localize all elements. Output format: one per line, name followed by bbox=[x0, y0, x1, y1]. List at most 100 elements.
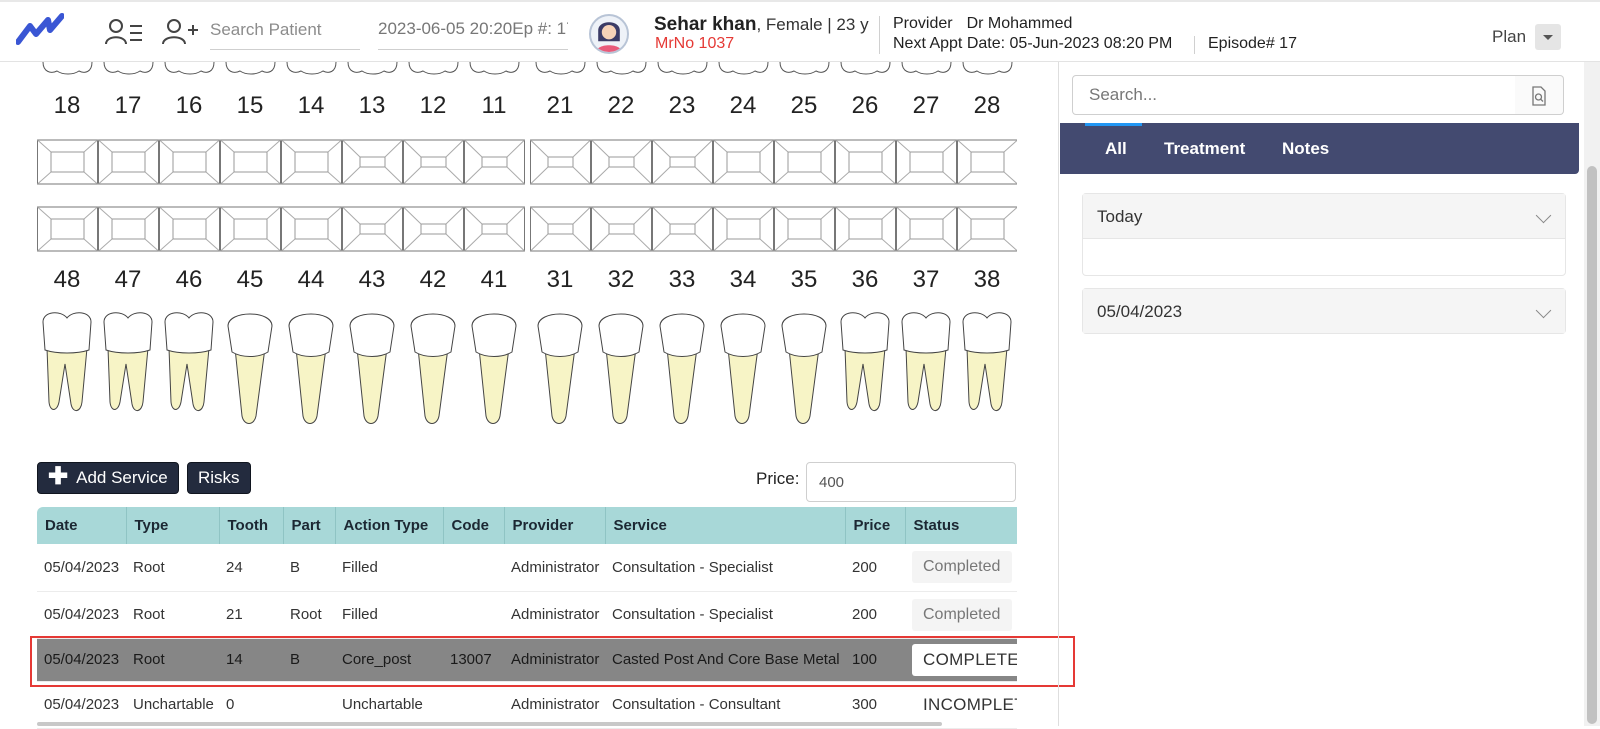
tooth-37[interactable] bbox=[901, 312, 951, 411]
tooth-46[interactable] bbox=[164, 312, 214, 411]
table-row[interactable]: 05/04/2023 Unchartable 0 Unchartable Adminis… bbox=[37, 681, 1017, 729]
tooth-45[interactable] bbox=[227, 313, 273, 424]
tooth-surface-26[interactable] bbox=[835, 139, 896, 185]
upper-crown-25[interactable] bbox=[779, 62, 830, 75]
lower-teeth-images[interactable] bbox=[37, 312, 1017, 434]
episode-selector[interactable]: 2023-06-05 20:20Ep #: 17 bbox=[378, 10, 568, 50]
tooth-surface-13[interactable] bbox=[342, 139, 403, 185]
tooth-surface-32[interactable] bbox=[591, 206, 652, 252]
tooth-surface-48[interactable] bbox=[37, 206, 98, 252]
tooth-35[interactable] bbox=[781, 313, 827, 424]
column-header-service[interactable]: Service bbox=[604, 507, 845, 544]
tooth-42[interactable] bbox=[410, 313, 456, 424]
upper-crown-23[interactable] bbox=[657, 62, 708, 75]
status-dropdown[interactable]: Completed bbox=[912, 598, 1012, 631]
app-logo-icon[interactable] bbox=[16, 12, 64, 48]
tooth-surface-16[interactable] bbox=[159, 139, 220, 185]
tooth-surface-24[interactable] bbox=[713, 139, 774, 185]
price-input[interactable] bbox=[806, 462, 1016, 502]
upper-crown-24[interactable] bbox=[718, 62, 769, 75]
tooth-surface-46[interactable] bbox=[159, 206, 220, 252]
column-header-code[interactable]: Code bbox=[442, 507, 504, 544]
tooth-surface-21[interactable] bbox=[530, 139, 591, 185]
tooth-47[interactable] bbox=[103, 312, 153, 411]
tab-treatment[interactable]: Treatment bbox=[1164, 139, 1245, 159]
add-patient-icon[interactable] bbox=[160, 16, 200, 48]
tooth-surface-11[interactable] bbox=[464, 139, 525, 185]
column-header-tooth[interactable]: Tooth bbox=[218, 507, 283, 544]
tooth-surface-14[interactable] bbox=[281, 139, 342, 185]
tooth-surface-25[interactable] bbox=[774, 139, 835, 185]
upper-crown-18[interactable] bbox=[42, 62, 93, 75]
upper-crown-12[interactable] bbox=[408, 62, 459, 75]
upper-crown-21[interactable] bbox=[535, 62, 586, 75]
plan-dropdown-button[interactable] bbox=[1535, 24, 1561, 50]
status-dropdown[interactable]: Completed bbox=[912, 551, 1012, 584]
tooth-surface-17[interactable] bbox=[98, 139, 159, 185]
upper-crown-15[interactable] bbox=[225, 62, 276, 75]
section-today[interactable]: Today bbox=[1082, 193, 1566, 276]
patient-name[interactable]: Sehar khan bbox=[654, 14, 756, 35]
upper-surface-grid[interactable] bbox=[37, 139, 1017, 185]
upper-crown-28[interactable] bbox=[962, 62, 1013, 75]
risks-button[interactable]: Risks bbox=[187, 462, 251, 494]
upper-crown-22[interactable] bbox=[596, 62, 647, 75]
tab-notes[interactable]: Notes bbox=[1282, 139, 1329, 159]
tooth-surface-36[interactable] bbox=[835, 206, 896, 252]
tooth-surface-38[interactable] bbox=[957, 206, 1018, 252]
tooth-surface-42[interactable] bbox=[403, 206, 464, 252]
tooth-33[interactable] bbox=[659, 313, 705, 424]
status-dropdown[interactable]: INCOMPLETE bbox=[912, 688, 1017, 721]
tooth-surface-22[interactable] bbox=[591, 139, 652, 185]
column-header-provider[interactable]: Provider bbox=[503, 507, 605, 544]
tooth-surface-18[interactable] bbox=[37, 139, 98, 185]
tooth-surface-34[interactable] bbox=[713, 206, 774, 252]
column-header-part[interactable]: Part bbox=[282, 507, 335, 544]
tooth-surface-27[interactable] bbox=[896, 139, 957, 185]
upper-crown-26[interactable] bbox=[840, 62, 891, 75]
notes-search-button[interactable] bbox=[1515, 75, 1564, 115]
column-header-date[interactable]: Date bbox=[37, 507, 126, 544]
column-header-status[interactable]: Status bbox=[904, 507, 1017, 544]
chevron-down-icon[interactable] bbox=[1535, 207, 1552, 224]
tooth-41[interactable] bbox=[471, 313, 517, 424]
tooth-surface-37[interactable] bbox=[896, 206, 957, 252]
status-dropdown[interactable]: COMPLETED bbox=[912, 643, 1017, 676]
tooth-32[interactable] bbox=[598, 313, 644, 424]
section-header[interactable]: Today bbox=[1083, 194, 1565, 238]
tooth-surface-12[interactable] bbox=[403, 139, 464, 185]
tooth-surface-28[interactable] bbox=[957, 139, 1018, 185]
tooth-surface-35[interactable] bbox=[774, 206, 835, 252]
tooth-surface-43[interactable] bbox=[342, 206, 403, 252]
upper-crown-11[interactable] bbox=[469, 62, 520, 75]
notes-search-input[interactable] bbox=[1072, 75, 1516, 115]
tooth-surface-44[interactable] bbox=[281, 206, 342, 252]
tooth-44[interactable] bbox=[288, 313, 334, 424]
table-row[interactable]: 05/04/2023 Root 21 Root Filled Administrator C… bbox=[37, 591, 1017, 639]
tooth-surface-41[interactable] bbox=[464, 206, 525, 252]
tooth-48[interactable] bbox=[42, 312, 92, 411]
upper-crown-14[interactable] bbox=[286, 62, 337, 75]
column-header-action-type[interactable]: Action Type bbox=[334, 507, 443, 544]
lower-surface-grid[interactable] bbox=[37, 206, 1017, 252]
column-header-price[interactable]: Price bbox=[844, 507, 905, 544]
tooth-43[interactable] bbox=[349, 313, 395, 424]
table-row[interactable]: 05/04/2023 Root 14 B Core_post 13007 Administr… bbox=[37, 638, 1017, 682]
column-header-type[interactable]: Type bbox=[125, 507, 219, 544]
patient-list-icon[interactable] bbox=[104, 16, 144, 48]
tooth-34[interactable] bbox=[720, 313, 766, 424]
tooth-31[interactable] bbox=[537, 313, 583, 424]
upper-crown-16[interactable] bbox=[164, 62, 215, 75]
tooth-surface-23[interactable] bbox=[652, 139, 713, 185]
upper-crown-13[interactable] bbox=[347, 62, 398, 75]
table-horizontal-scrollbar[interactable] bbox=[37, 722, 942, 726]
tooth-surface-33[interactable] bbox=[652, 206, 713, 252]
section-date[interactable]: 05/04/2023 bbox=[1082, 288, 1566, 334]
tooth-38[interactable] bbox=[962, 312, 1012, 411]
tooth-surface-45[interactable] bbox=[220, 206, 281, 252]
chevron-down-icon[interactable] bbox=[1535, 302, 1552, 319]
tooth-surface-47[interactable] bbox=[98, 206, 159, 252]
search-patient-input[interactable] bbox=[210, 10, 360, 50]
upper-crown-17[interactable] bbox=[103, 62, 154, 75]
tooth-36[interactable] bbox=[840, 312, 890, 411]
